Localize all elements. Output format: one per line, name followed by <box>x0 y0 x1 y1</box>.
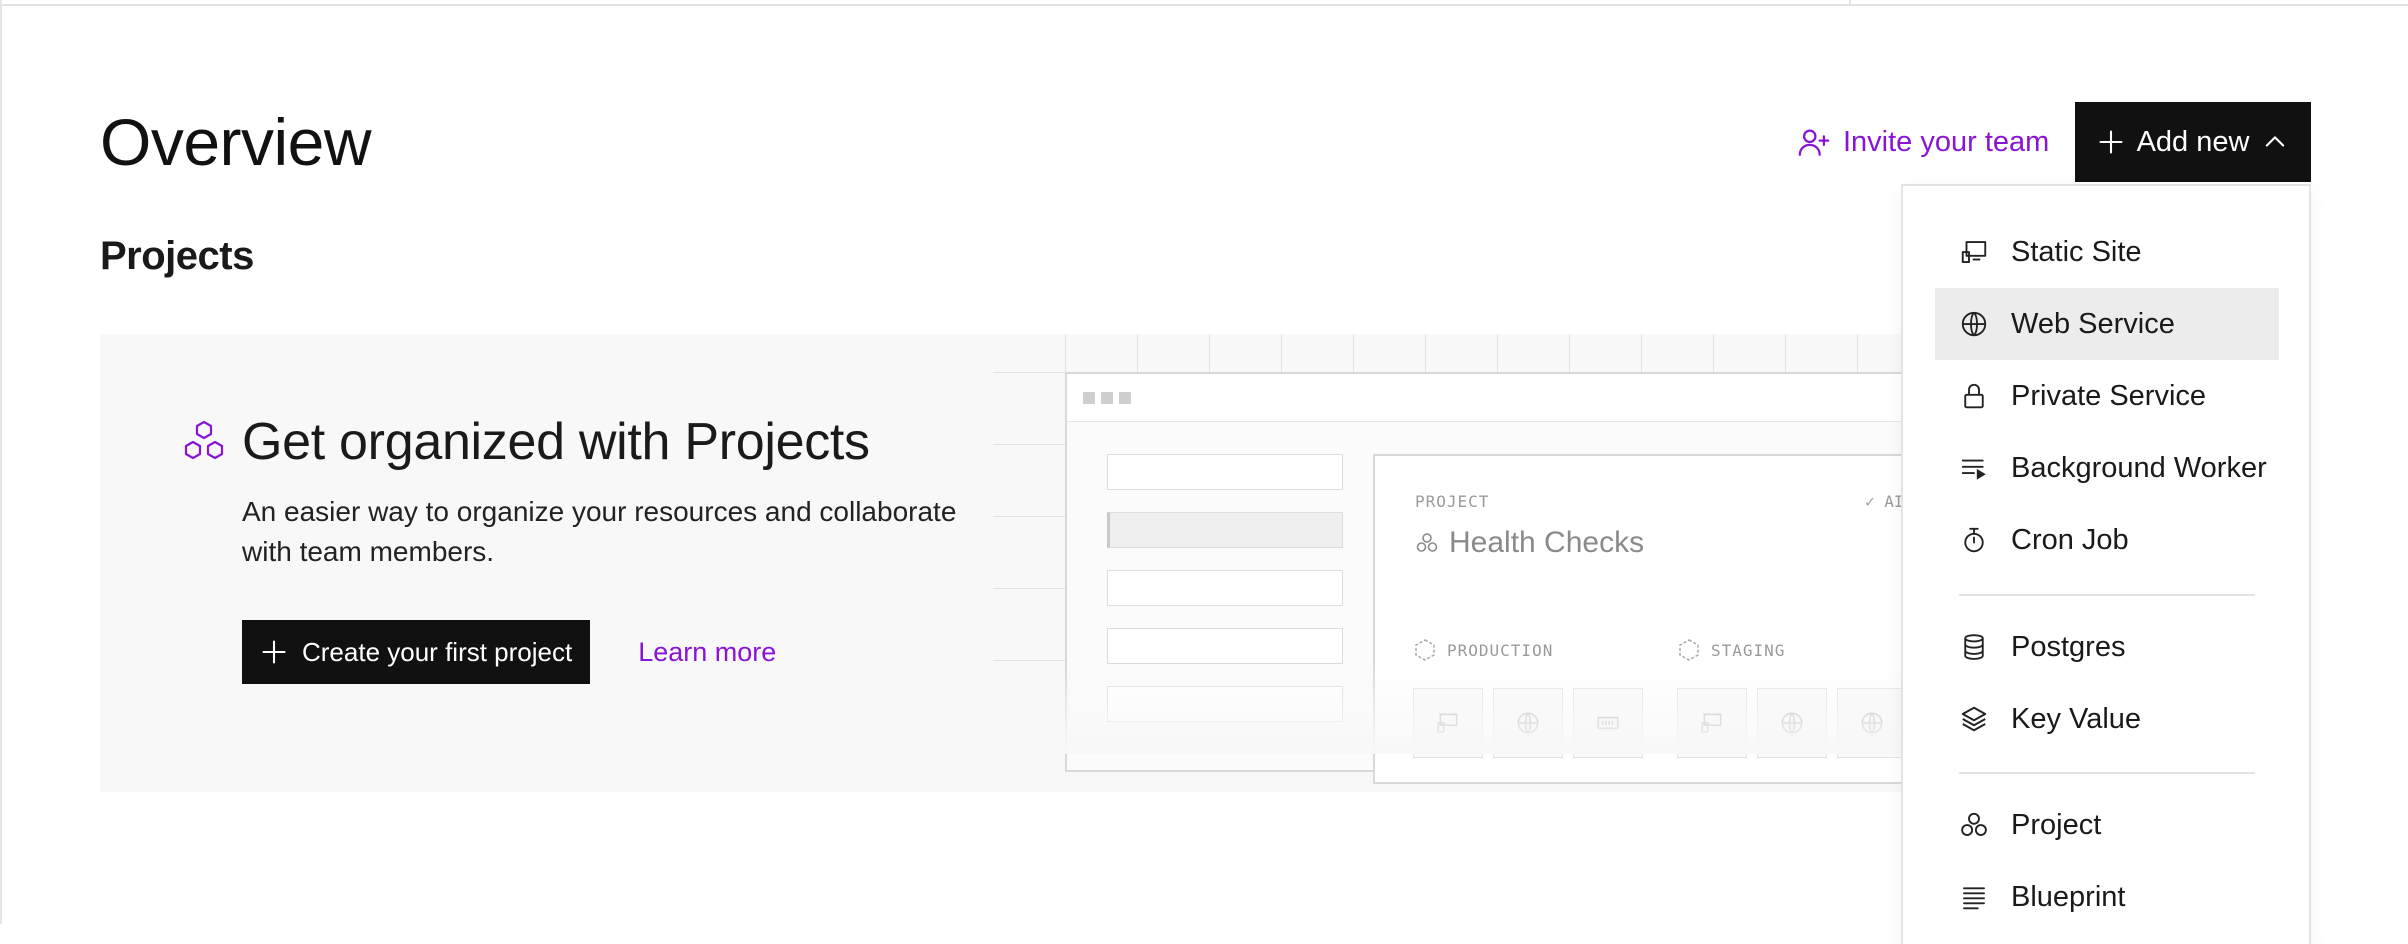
top-divider-tick <box>1849 0 1851 5</box>
mock-card-title-text: Health Checks <box>1449 526 1645 559</box>
menu-item-label: Blueprint <box>2011 880 2126 913</box>
layers-icon <box>1961 706 1987 732</box>
project-icon <box>1416 533 1438 552</box>
globe-icon <box>1961 311 1987 337</box>
add-new-menu: Static Site Web Service Private Service … <box>1901 184 2311 944</box>
stopwatch-icon <box>1964 527 1984 553</box>
menu-item-private-service[interactable]: Private Service <box>1935 360 2279 432</box>
menu-item-postgres[interactable]: Postgres <box>1935 611 2279 683</box>
plus-icon <box>2099 130 2123 154</box>
invite-team-button[interactable]: Invite your team <box>1797 118 2049 166</box>
window-dot <box>1119 392 1131 404</box>
create-project-button[interactable]: Create your first project <box>242 620 591 684</box>
menu-divider <box>1959 772 2255 774</box>
projects-illustration: PROJECT ✓ AI Health Checks PRODUCTION ST… <box>993 334 1902 784</box>
banner-copy: Get organized with Projects An easier wa… <box>180 412 1030 684</box>
page-title: Overview <box>100 105 372 179</box>
menu-item-label: Project <box>2011 808 2102 841</box>
menu-item-label: Background Worker <box>2011 451 2267 484</box>
mock-card-label: PROJECT <box>1415 492 1490 511</box>
hexagons-icon <box>184 420 224 460</box>
projects-section-title: Projects <box>100 234 254 278</box>
plus-icon <box>262 640 286 664</box>
blueprint-icon <box>1963 887 1985 910</box>
mock-env-production-label: PRODUCTION <box>1447 640 1554 660</box>
menu-item-blueprint[interactable]: Blueprint <box>1935 861 2279 933</box>
menu-item-label: Web Service <box>2011 307 2175 340</box>
mock-window-bar <box>1067 374 1902 422</box>
projects-empty-banner: Get organized with Projects An easier wa… <box>100 334 1902 792</box>
mock-sidebar-row <box>1107 570 1343 606</box>
worker-list-icon <box>1961 459 1986 480</box>
invite-team-label: Invite your team <box>1843 125 2050 158</box>
mock-sidebar-row <box>1107 454 1343 490</box>
hexagon-icon <box>1679 639 1699 661</box>
mock-card-status: ✓ AI <box>1865 492 1902 511</box>
mock-env-production: PRODUCTION <box>1413 638 1553 662</box>
menu-item-project[interactable]: Project <box>1935 789 2279 861</box>
chevron-up-icon <box>2266 136 2285 147</box>
mock-card-title: Health Checks <box>1415 526 1644 560</box>
menu-item-label: Static Site <box>2011 235 2142 268</box>
menu-divider <box>1959 594 2255 596</box>
menu-item-label: Key Value <box>2011 702 2142 735</box>
add-new-label: Add new <box>2136 125 2250 158</box>
learn-more-link[interactable]: Learn more <box>638 637 776 668</box>
menu-item-label: Postgres <box>2011 630 2126 663</box>
menu-item-label: Cron Job <box>2011 523 2129 556</box>
create-project-label: Create your first project <box>302 636 573 667</box>
window-dot <box>1083 392 1095 404</box>
menu-item-static-site[interactable]: Static Site <box>1935 216 2279 288</box>
mock-sidebar-row <box>1107 628 1343 664</box>
banner-heading-text: Get organized with Projects <box>242 413 870 471</box>
hexagon-icon <box>1415 639 1435 661</box>
top-divider <box>2 4 2408 6</box>
illustration-fade <box>993 664 1902 754</box>
mock-sidebar-row <box>1107 512 1343 548</box>
banner-actions: Create your first project Learn more <box>242 620 1030 684</box>
static-site-icon <box>1961 241 1987 263</box>
menu-item-cron-job[interactable]: Cron Job <box>1935 504 2279 576</box>
menu-item-key-value[interactable]: Key Value <box>1935 683 2279 755</box>
menu-item-background-worker[interactable]: Background Worker <box>1935 432 2279 504</box>
add-new-button[interactable]: Add new <box>2075 102 2311 182</box>
database-icon <box>1964 634 1984 660</box>
menu-item-web-service[interactable]: Web Service <box>1935 288 2279 360</box>
window-dot <box>1101 392 1113 404</box>
banner-description: An easier way to organize your resources… <box>242 496 957 567</box>
user-plus-icon <box>1798 129 1830 156</box>
mock-env-staging: STAGING <box>1677 638 1785 662</box>
banner-heading: Get organized with Projects <box>180 412 1030 472</box>
menu-item-label: Private Service <box>2011 379 2207 412</box>
project-icon <box>1961 812 1987 836</box>
lock-icon <box>1964 383 1984 409</box>
app-frame: Overview Invite your team Add new Projec… <box>0 0 2408 944</box>
mock-env-staging-label: STAGING <box>1711 640 1786 660</box>
